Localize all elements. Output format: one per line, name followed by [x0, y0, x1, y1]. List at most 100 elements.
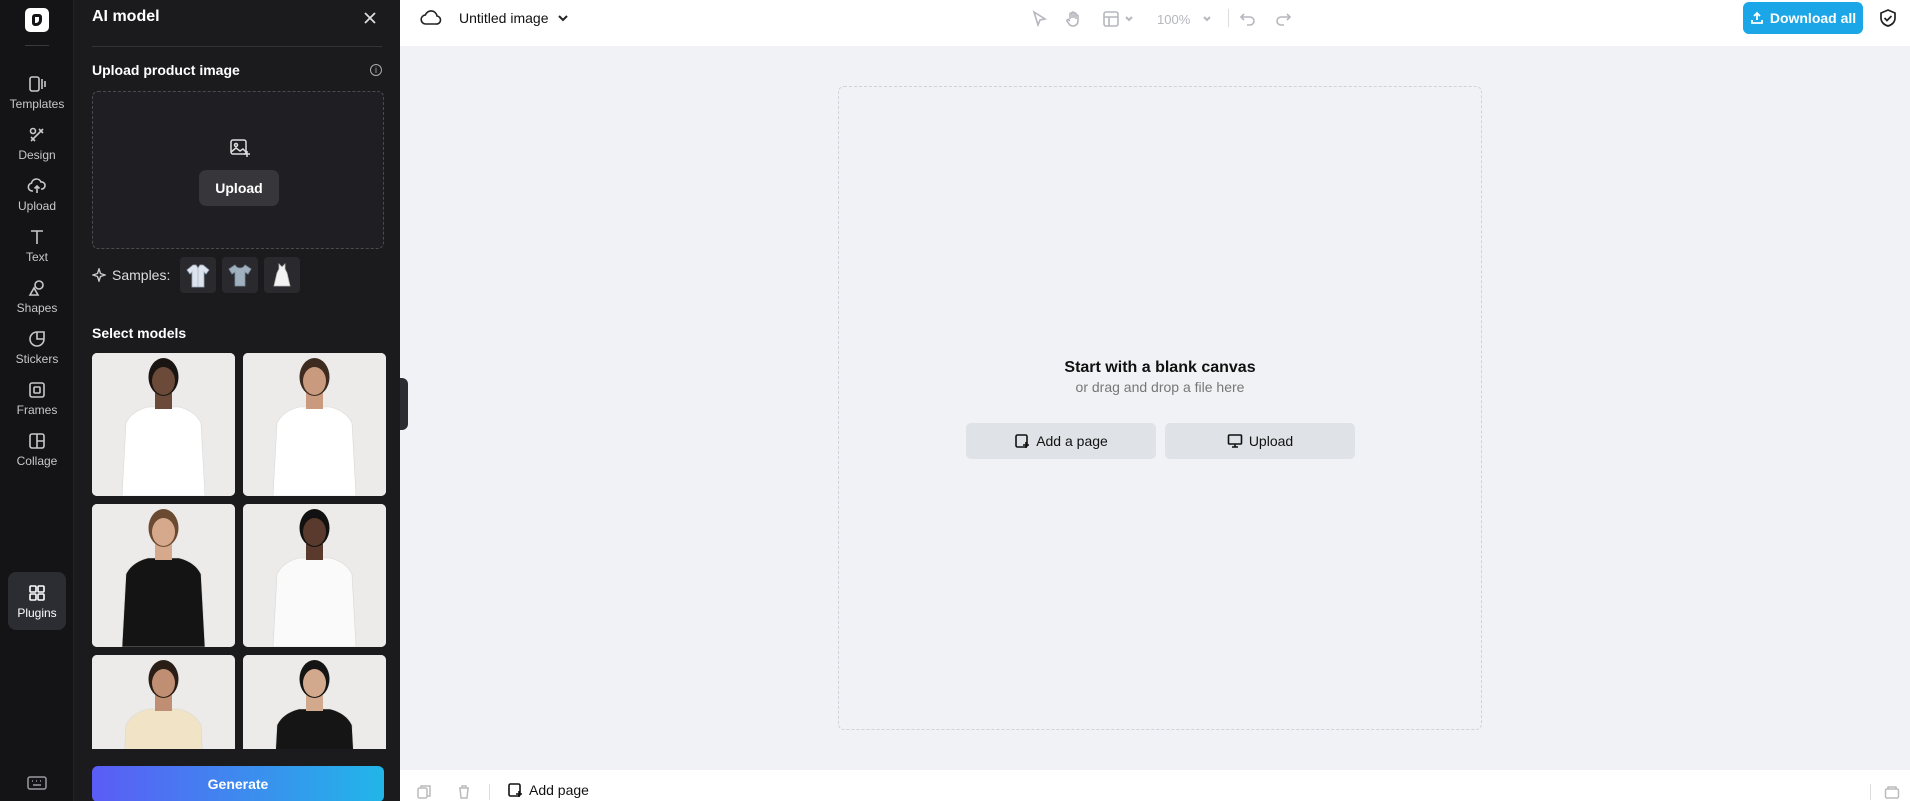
- model-card-4[interactable]: [243, 504, 386, 647]
- templates-icon: [29, 75, 46, 92]
- tshirt-sample[interactable]: [222, 257, 259, 293]
- model-face: [303, 669, 326, 697]
- bottom-divider: [489, 784, 490, 800]
- zoom-level: 100%: [1157, 11, 1191, 27]
- info-icon[interactable]: i: [370, 64, 382, 76]
- panel-collapse-handle[interactable]: [400, 378, 408, 430]
- panel-title: AI model: [92, 8, 160, 25]
- layout-dropdown[interactable]: [1102, 9, 1134, 29]
- redo-icon: [1276, 13, 1292, 26]
- sidebar-item-label: Text: [25, 249, 48, 264]
- collage-icon: [29, 432, 45, 449]
- duplicate-icon[interactable]: [416, 784, 432, 800]
- sidebar-item-label: Stickers: [15, 351, 59, 366]
- document-title[interactable]: Untitled image: [459, 10, 569, 26]
- select-models-title: Select models: [92, 325, 187, 341]
- upload-section-title: Upload product image: [92, 62, 240, 78]
- sparkle-icon: [90, 266, 108, 284]
- model-card-3[interactable]: [92, 504, 235, 647]
- sidebar-item-frames[interactable]: Frames: [8, 370, 66, 426]
- samples-label: Samples:: [112, 267, 171, 283]
- hand-tool[interactable]: [1064, 9, 1082, 29]
- rail-divider: [25, 45, 49, 46]
- pages-panel-icon[interactable]: [1884, 784, 1900, 800]
- upload-icon: [27, 177, 46, 193]
- upload-product-button[interactable]: Upload: [199, 170, 279, 206]
- sidebar-item-label: Shapes: [16, 300, 58, 315]
- generate-button[interactable]: Generate: [92, 766, 384, 801]
- bottom-divider: [1870, 784, 1871, 800]
- sidebar-item-label: Frames: [16, 402, 58, 417]
- keyboard-icon[interactable]: [27, 775, 47, 791]
- add-a-page-button[interactable]: Add a page: [966, 423, 1156, 459]
- canvas-dropzone[interactable]: Start with a blank canvas or drag and dr…: [838, 86, 1482, 730]
- chevron-down-icon: [557, 15, 568, 22]
- model-face: [152, 518, 175, 546]
- undo-icon: [1239, 13, 1255, 26]
- model-card-5[interactable]: [92, 655, 235, 749]
- model-face: [152, 669, 175, 697]
- add-image-icon: [229, 137, 251, 159]
- add-page-button[interactable]: Add page: [507, 782, 589, 798]
- frames-icon: [29, 381, 45, 398]
- cloud-icon[interactable]: [420, 8, 442, 28]
- sidebar-item-plugins[interactable]: Plugins: [8, 572, 66, 630]
- shield-icon[interactable]: [1878, 8, 1898, 28]
- sidebar-item-upload[interactable]: Upload: [8, 166, 66, 222]
- model-shirt: [272, 406, 357, 496]
- model-face: [152, 367, 175, 395]
- sidebar-item-design[interactable]: Design: [8, 115, 66, 171]
- add-a-page-label: Add a page: [1036, 433, 1108, 449]
- upload-arrow-icon: [1750, 11, 1763, 24]
- hand-icon: [1066, 11, 1079, 27]
- model-card-1[interactable]: [92, 353, 235, 496]
- sidebar-item-stickers[interactable]: Stickers: [8, 319, 66, 375]
- undo-button[interactable]: [1239, 9, 1257, 29]
- download-all-label: Download all: [1769, 10, 1857, 26]
- sidebar-item-templates[interactable]: Templates: [8, 64, 66, 120]
- model-shirt: [272, 557, 357, 647]
- shapes-icon: [28, 279, 44, 296]
- model-face: [303, 518, 326, 546]
- zoom-dropdown[interactable]: 100%: [1157, 9, 1212, 29]
- sidebar-item-label: Design: [18, 147, 56, 162]
- close-icon[interactable]: [360, 8, 380, 28]
- redo-button[interactable]: [1274, 9, 1292, 29]
- sidebar-item-label: Upload: [17, 198, 57, 213]
- upload-dropzone[interactable]: Upload: [92, 91, 384, 249]
- chevron-down-icon: [1203, 16, 1211, 22]
- ai-model-panel: AI model Upload product image i Upload S…: [74, 0, 400, 801]
- shirt-sample[interactable]: [180, 257, 217, 293]
- sidebar-item-label: Plugins: [17, 605, 57, 620]
- stickers-icon: [29, 330, 45, 347]
- pointer-icon: [1032, 10, 1048, 28]
- sidebar-item-shapes[interactable]: Shapes: [8, 268, 66, 324]
- model-card-2[interactable]: [243, 353, 386, 496]
- sidebar-item-collage[interactable]: Collage: [8, 421, 66, 477]
- layout-icon: [1103, 11, 1119, 27]
- model-shirt: [121, 406, 206, 496]
- download-all-button[interactable]: Download all: [1743, 2, 1863, 34]
- plugins-icon: [29, 584, 45, 601]
- monitor-icon: [1227, 434, 1243, 448]
- select-tool[interactable]: [1030, 9, 1048, 29]
- app-logo[interactable]: [25, 8, 49, 32]
- add-page-icon: [508, 783, 522, 797]
- left-rail: Templates Design Upload Text Shapes Stic…: [0, 0, 74, 801]
- canvas-upload-label: Upload: [1248, 433, 1294, 449]
- canvas-heading: Start with a blank canvas: [1064, 359, 1256, 376]
- canvas-upload-button[interactable]: Upload: [1165, 423, 1355, 459]
- toolbar-divider: [1228, 9, 1229, 27]
- trash-icon[interactable]: [456, 784, 472, 800]
- sidebar-item-text[interactable]: Text: [8, 217, 66, 273]
- model-shirt: [275, 708, 354, 749]
- bottom-bar: Add page: [400, 770, 1910, 801]
- model-card-6[interactable]: [243, 655, 386, 749]
- design-icon: [29, 127, 44, 142]
- text-icon: [31, 229, 43, 244]
- canvas-subheading: or drag and drop a file here: [1075, 379, 1245, 395]
- model-shirt: [124, 708, 203, 749]
- samples-row: Samples:: [90, 257, 301, 293]
- models-grid: [92, 353, 386, 749]
- dress-sample[interactable]: [264, 257, 301, 293]
